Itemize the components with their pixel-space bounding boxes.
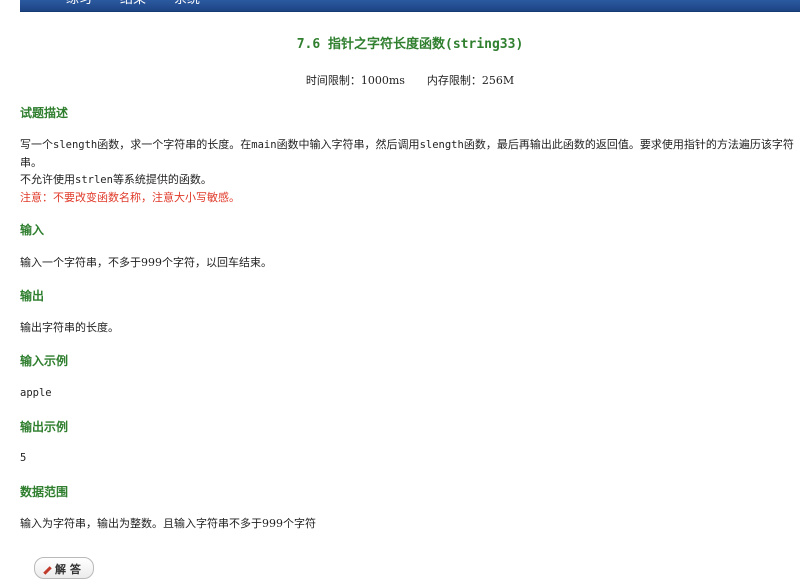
- description-line-1: 写一个slength函数，求一个字符串的长度。在main函数中输入字符串，然后调…: [20, 138, 794, 169]
- answer-button[interactable]: 解 答: [34, 557, 94, 579]
- description-heading: 试题描述: [20, 106, 69, 120]
- code-slength: slength: [53, 139, 98, 151]
- data-range-text: 输入为字符串，输出为整数。且输入字符串不多于999个字符: [20, 517, 316, 530]
- data-range-heading: 数据范围: [20, 485, 69, 499]
- answer-button-label: 解 答: [55, 563, 81, 576]
- code-slength-2: slength: [419, 139, 464, 151]
- pencil-icon: [43, 565, 52, 575]
- nav-item-system[interactable]: 系统: [174, 0, 200, 7]
- code-main: main: [251, 139, 277, 151]
- time-limit: 时间限制：1000ms: [305, 74, 405, 87]
- nav-item-results[interactable]: 结果: [120, 0, 146, 7]
- code-strlen: strlen: [75, 174, 113, 186]
- output-text: 输出字符串的长度。: [20, 321, 119, 334]
- sample-output-text: 5: [20, 452, 27, 464]
- input-text: 输入一个字符串，不多于999个字符，以回车结束。: [20, 256, 272, 269]
- problem-title: 7.6 指针之字符长度函数(string33): [296, 37, 524, 52]
- nav-item-practice[interactable]: 练习: [66, 0, 92, 7]
- sample-output-heading: 输出示例: [20, 420, 69, 434]
- warning-text: 注意：不要改变函数名称，注意大小写敏感。: [20, 191, 240, 204]
- sample-input-text: apple: [20, 387, 52, 399]
- input-heading: 输入: [20, 223, 45, 237]
- top-nav-bar: 练习 结果 系统: [20, 0, 800, 12]
- sample-input-heading: 输入示例: [20, 354, 69, 368]
- description-line-2: 不允许使用strlen等系统提供的函数。: [20, 173, 212, 186]
- description-body: 写一个slength函数，求一个字符串的长度。在main函数中输入字符串，然后调…: [20, 136, 798, 206]
- limits: 时间限制：1000ms 内存限制：256M: [0, 72, 800, 88]
- memory-limit: 内存限制：256M: [426, 74, 515, 87]
- output-heading: 输出: [20, 289, 45, 303]
